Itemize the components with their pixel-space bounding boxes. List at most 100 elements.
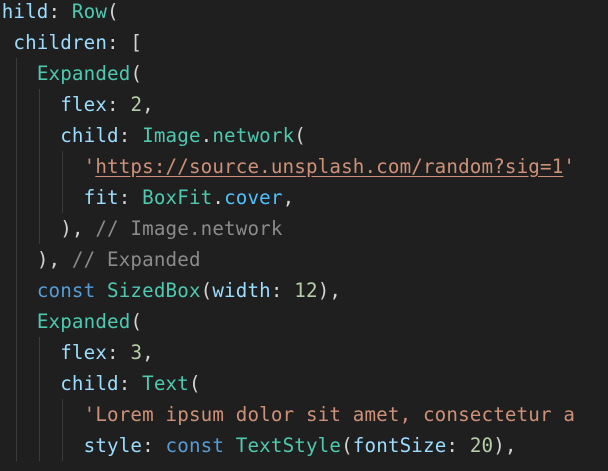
code-token-punc: ( [294,124,306,147]
indent-guide [16,151,18,182]
code-line[interactable]: 'Lorem ipsum dolor sit amet, consectetur… [0,399,575,430]
indentation [0,155,84,178]
code-token-punc: ), [493,434,517,457]
code-token-prop: child [60,124,119,147]
indent-guide [16,120,18,151]
indentation [0,341,60,364]
code-line[interactable]: child: Image.network( [0,120,575,151]
indentation [0,186,84,209]
code-token-type: Image [142,124,201,147]
code-token-type: Text [142,372,189,395]
indent-guide [16,430,18,461]
indentation [0,310,37,333]
indentation [0,248,37,271]
code-token-num: 20 [469,434,494,457]
code-token-str: ' [563,155,576,178]
code-token-kw: const [36,279,108,302]
indentation [0,124,60,147]
code-line[interactable]: ), // Expanded [0,244,575,275]
indent-guide [39,151,41,182]
indent-guide [16,58,18,89]
code-token-prop: children [13,31,108,54]
code-token-punc: : [446,434,470,457]
code-line[interactable]: ), // Image.network [0,213,575,244]
code-token-type: Expanded [36,310,131,333]
indent-guide [39,337,41,368]
code-token-punc: ), [36,248,72,271]
code-token-type: network [212,124,295,147]
code-token-punc: ( [200,279,213,302]
code-token-punc: ), [317,279,342,302]
code-token-prop: fit [83,186,119,209]
indent-guide [16,275,18,306]
code-line[interactable]: 'https://source.unsplash.com/random?sig=… [0,151,575,182]
code-line[interactable]: Expanded( [0,58,575,89]
indent-guide [16,213,18,244]
indent-guide [16,244,18,275]
code-token-punc: : [142,434,166,457]
code-token-prop: child [0,0,49,23]
code-token-str: ' [83,155,96,178]
code-line[interactable]: Expanded( [0,306,575,337]
code-token-prop: width [212,279,271,302]
code-token-url: https://source.unsplash.com/random?sig=1 [95,155,564,178]
code-token-kw: const [165,434,236,457]
code-line[interactable]: flex: 2, [0,89,575,120]
indent-guide [62,182,64,213]
indent-guide [39,213,41,244]
code-token-punc: ), [60,217,96,240]
code-token-num: 3 [130,341,143,364]
indent-guide [62,430,64,461]
code-token-prop: style [83,434,143,457]
indentation [0,93,60,116]
indent-guide [39,120,41,151]
code-token-punc: : [118,186,143,209]
code-token-punc: ( [188,372,201,395]
indent-guide [62,151,64,182]
code-token-punc: ( [107,0,119,23]
code-token-punc: , [142,93,154,116]
code-token-type: BoxFit [142,186,213,209]
indentation [0,279,37,302]
indent-guide [39,368,41,399]
code-token-prop: flex [60,93,108,116]
indent-guide [39,89,41,120]
code-editor[interactable]: child: Row( children: [ Expanded( flex: … [0,0,608,471]
indent-guide [39,182,41,213]
code-token-punc: , [282,186,295,209]
code-line[interactable]: flex: 3, [0,337,575,368]
code-token-num: 12 [294,279,318,302]
indentation [0,31,13,54]
code-line[interactable]: child: Text( [0,368,575,399]
indent-guide [16,182,18,213]
code-token-cmt: // Expanded [71,248,201,271]
code-line[interactable]: child: Row( [0,0,575,27]
code-token-punc: : [107,341,131,364]
code-token-punc: : [118,124,143,147]
indent-guide [16,368,18,399]
indent-guide [16,306,18,337]
code-token-num: 2 [130,93,143,116]
code-line[interactable]: children: [ [0,27,575,58]
code-token-cmt: // Image.network [95,217,283,240]
code-token-punc: . [212,186,225,209]
code-area[interactable]: child: Row( children: [ Expanded( flex: … [0,0,575,461]
indent-guide [62,399,64,430]
code-token-punc: : [118,372,143,395]
code-token-type: Row [71,0,108,23]
code-token-punc: : [48,0,72,23]
code-line[interactable]: fit: BoxFit.cover, [0,182,575,213]
code-line[interactable]: const SizedBox(width: 12), [0,275,575,306]
code-token-punc: , [142,341,154,364]
indentation [0,372,60,395]
indentation [0,217,60,240]
code-token-prop: child [60,372,119,395]
indentation [0,434,84,457]
code-token-punc: ( [130,310,143,333]
code-token-enm: cover [224,186,283,209]
code-token-prop: flex [60,341,108,364]
code-line[interactable]: style: const TextStyle(fontSize: 20), [0,430,575,461]
indentation [0,403,84,426]
code-token-type: SizedBox [107,279,201,302]
indentation [0,62,37,85]
